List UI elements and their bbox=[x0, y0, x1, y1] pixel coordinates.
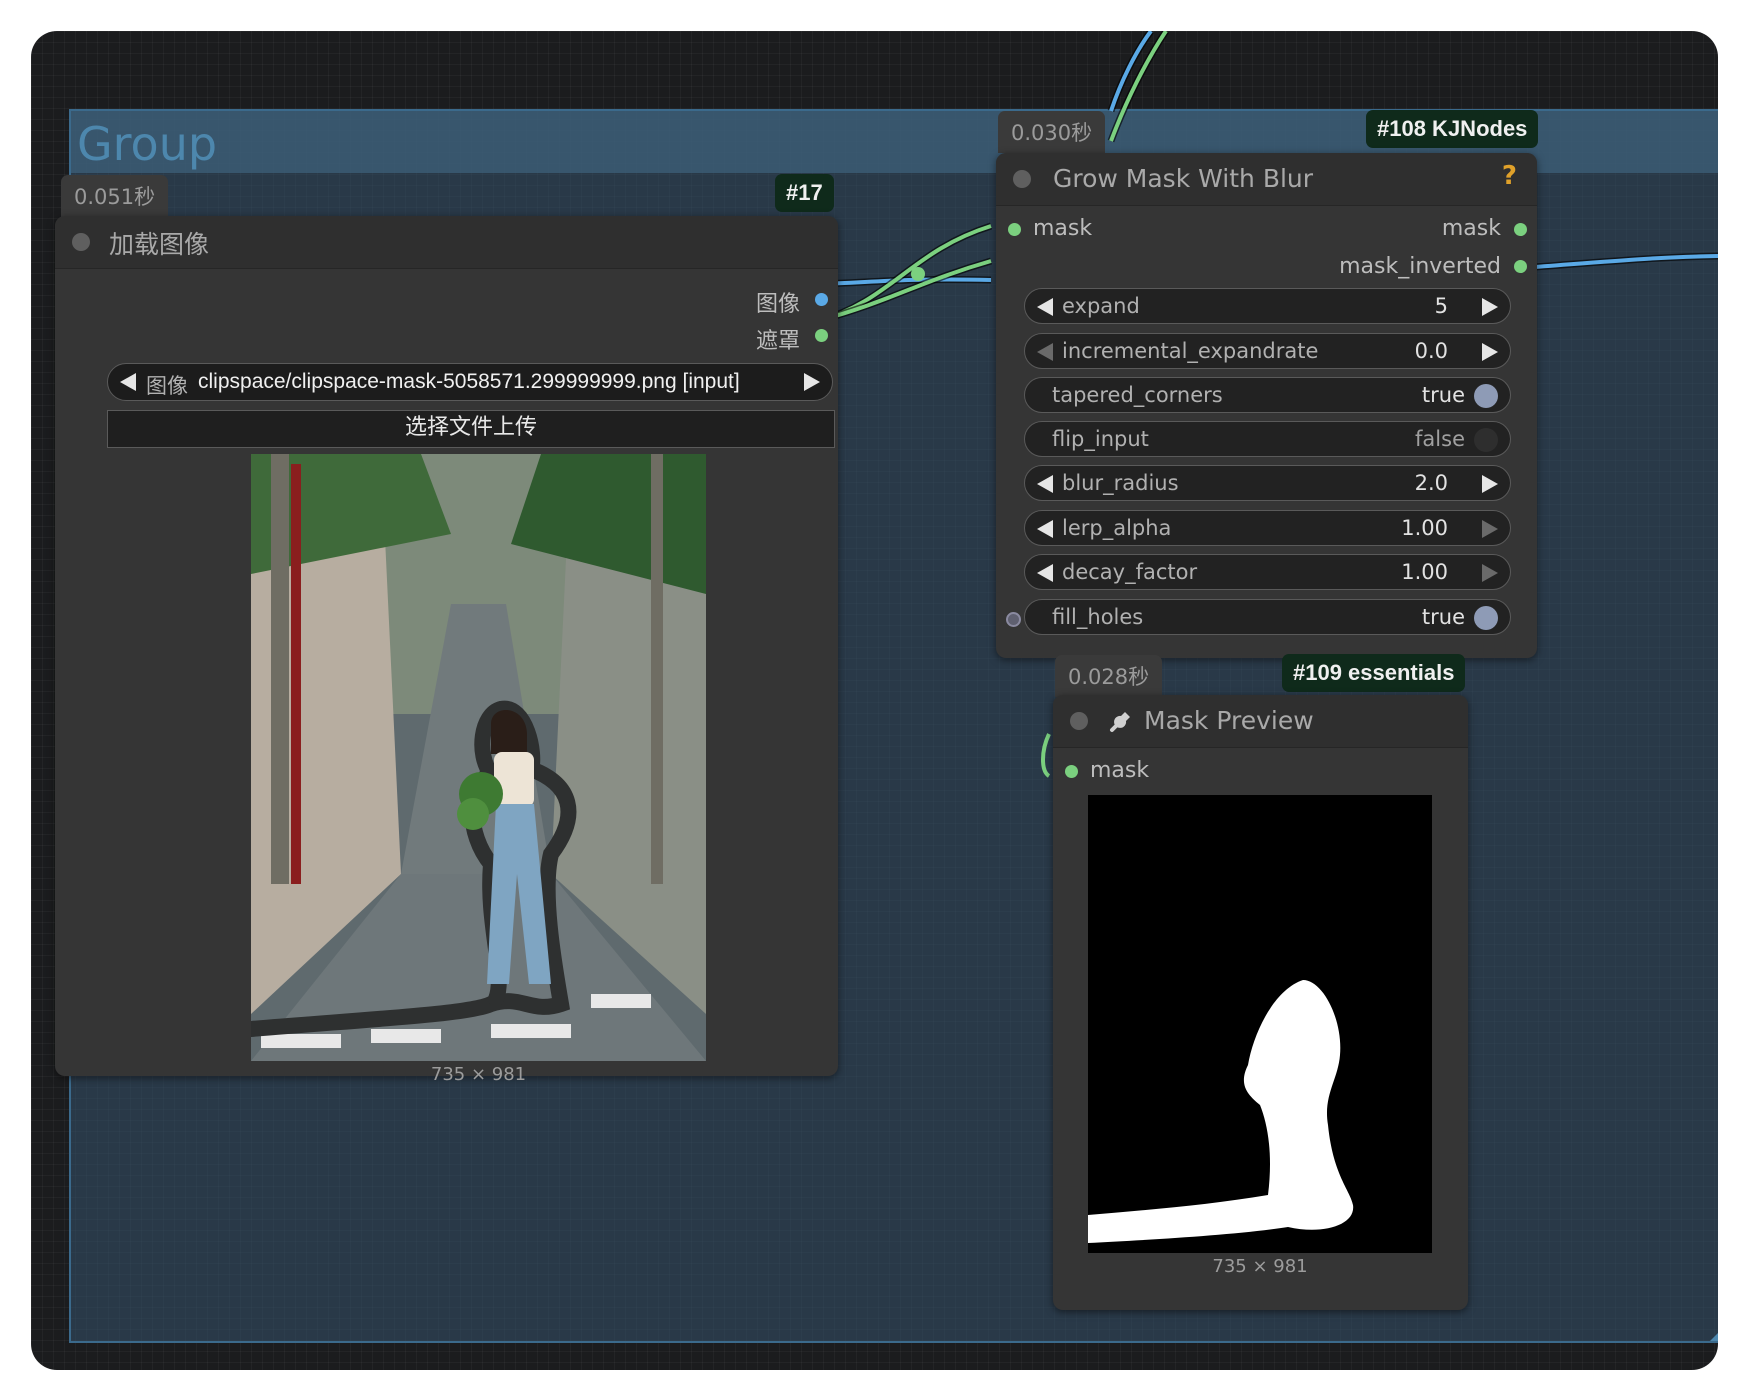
output-label-mask: 遮罩 bbox=[755, 329, 800, 354]
arrow-right-icon[interactable] bbox=[1482, 520, 1498, 538]
help-icon[interactable]: ? bbox=[1502, 161, 1517, 191]
widget-lerp-alpha-value: 1.00 bbox=[1401, 516, 1448, 540]
input-label-mask: mask bbox=[1033, 216, 1093, 241]
input-label-mask: mask bbox=[1090, 758, 1150, 783]
widget-blur-radius[interactable]: blur_radius 2.0 bbox=[1024, 465, 1511, 501]
widget-flip-input-label: flip_input bbox=[1052, 427, 1149, 451]
output-slot-mask[interactable] bbox=[815, 329, 828, 342]
arrow-left-icon[interactable] bbox=[1037, 564, 1053, 582]
widget-expand-label: expand bbox=[1062, 294, 1140, 318]
node17-collapse-dot[interactable] bbox=[72, 233, 90, 251]
widget-tapered-corners[interactable]: tapered_corners true bbox=[1024, 377, 1511, 413]
widget-incremental-expandrate[interactable]: incremental_expandrate 0.0 bbox=[1024, 333, 1511, 369]
widget-flip-input[interactable]: flip_input false bbox=[1024, 421, 1511, 457]
widget-decay-factor[interactable]: decay_factor 1.00 bbox=[1024, 554, 1511, 590]
graph-canvas[interactable]: Group 0.051秒 #17 加载图像 图像 遮罩 图像 clipspace… bbox=[31, 31, 1718, 1370]
arrow-right-icon[interactable] bbox=[1482, 475, 1498, 493]
widget-tapered-corners-label: tapered_corners bbox=[1052, 383, 1223, 407]
widget-flip-input-value: false bbox=[1415, 427, 1465, 451]
widget-fill-holes[interactable]: fill_holes true bbox=[1024, 599, 1511, 635]
arrow-left-icon[interactable] bbox=[1037, 298, 1053, 316]
node109-id-badge: #109 essentials bbox=[1282, 654, 1466, 692]
node108-header[interactable]: Grow Mask With Blur ? bbox=[996, 153, 1537, 206]
node17-image-size: 735 × 981 bbox=[430, 1064, 527, 1085]
widget-lerp-alpha-label: lerp_alpha bbox=[1062, 516, 1172, 540]
input-slot-mask[interactable] bbox=[1065, 765, 1078, 778]
arrow-right-icon[interactable] bbox=[1482, 343, 1498, 361]
widget-incremental-expandrate-value: 0.0 bbox=[1414, 339, 1448, 363]
arrow-left-icon[interactable] bbox=[120, 373, 136, 391]
mask-shape-illustration bbox=[1088, 980, 1354, 1243]
output-label-image: 图像 bbox=[755, 292, 800, 317]
widget-expand-value: 5 bbox=[1434, 294, 1448, 318]
arrow-left-icon[interactable] bbox=[1037, 520, 1053, 538]
node109-time-badge: 0.028秒 bbox=[1055, 655, 1163, 697]
input-slot-mask[interactable] bbox=[1008, 223, 1021, 236]
link-preview-in bbox=[1041, 733, 1051, 778]
input-slot-fill-holes[interactable] bbox=[1006, 612, 1021, 627]
widget-blur-radius-value: 2.0 bbox=[1414, 471, 1448, 495]
output-label-mask-inverted: mask_inverted bbox=[1339, 254, 1501, 279]
wrench-icon bbox=[1108, 708, 1134, 738]
node109-title: Mask Preview bbox=[1144, 706, 1314, 735]
node-load-image[interactable]: 加载图像 图像 遮罩 图像 clipspace/clipspace-mask-5… bbox=[55, 216, 838, 1085]
output-label-mask: mask bbox=[1441, 216, 1501, 241]
node-grow-mask-with-blur[interactable]: Grow Mask With Blur ? mask mask mask_inv… bbox=[996, 153, 1537, 658]
image-file-selector[interactable]: 图像 clipspace/clipspace-mask-5058571.2999… bbox=[107, 363, 833, 401]
image-widget-value: clipspace/clipspace-mask-5058571.2999999… bbox=[198, 370, 740, 393]
widget-blur-radius-label: blur_radius bbox=[1062, 471, 1179, 495]
widget-lerp-alpha[interactable]: lerp_alpha 1.00 bbox=[1024, 510, 1511, 546]
widget-tapered-corners-value: true bbox=[1421, 383, 1465, 407]
node108-collapse-dot[interactable] bbox=[1013, 170, 1031, 188]
widget-decay-factor-label: decay_factor bbox=[1062, 560, 1198, 584]
toggle-on-icon[interactable] bbox=[1474, 606, 1498, 630]
node17-title: 加载图像 bbox=[109, 230, 210, 259]
arrow-left-icon[interactable] bbox=[1037, 475, 1053, 493]
toggle-on-icon[interactable] bbox=[1474, 384, 1498, 408]
link-reroute-dot bbox=[911, 267, 925, 281]
upload-file-button[interactable]: 选择文件上传 bbox=[107, 410, 835, 448]
node109-image-size: 735 × 981 bbox=[1212, 1256, 1308, 1277]
output-slot-image[interactable] bbox=[815, 293, 828, 306]
street-photo-illustration bbox=[251, 454, 706, 1061]
node108-title: Grow Mask With Blur bbox=[1053, 164, 1314, 193]
arrow-left-icon[interactable] bbox=[1037, 343, 1053, 361]
image-widget-label: 图像 bbox=[146, 374, 188, 398]
widget-decay-factor-value: 1.00 bbox=[1401, 560, 1448, 584]
node17-time-badge: 0.051秒 bbox=[61, 175, 169, 217]
widget-expand[interactable]: expand 5 bbox=[1024, 288, 1511, 324]
node-mask-preview[interactable]: Mask Preview mask 735 × 981 bbox=[1053, 695, 1468, 1310]
node17-id-badge: #17 bbox=[775, 174, 834, 212]
mask-preview-image bbox=[1088, 795, 1432, 1253]
output-slot-mask-inverted[interactable] bbox=[1514, 260, 1527, 273]
widget-incremental-expandrate-label: incremental_expandrate bbox=[1062, 339, 1319, 363]
widget-fill-holes-label: fill_holes bbox=[1052, 605, 1144, 629]
node108-id-badge: #108 KJNodes bbox=[1366, 110, 1539, 148]
loaded-image-preview bbox=[251, 454, 706, 1061]
arrow-right-icon[interactable] bbox=[1482, 298, 1498, 316]
widget-fill-holes-value: true bbox=[1421, 605, 1465, 629]
node108-time-badge: 0.030秒 bbox=[998, 111, 1106, 153]
output-slot-mask[interactable] bbox=[1514, 223, 1527, 236]
toggle-off-icon[interactable] bbox=[1474, 428, 1498, 452]
arrow-right-icon[interactable] bbox=[804, 373, 820, 391]
node109-collapse-dot[interactable] bbox=[1070, 712, 1088, 730]
node17-header[interactable]: 加载图像 bbox=[55, 216, 838, 269]
arrow-right-icon[interactable] bbox=[1482, 564, 1498, 582]
node109-header[interactable]: Mask Preview bbox=[1053, 695, 1468, 748]
